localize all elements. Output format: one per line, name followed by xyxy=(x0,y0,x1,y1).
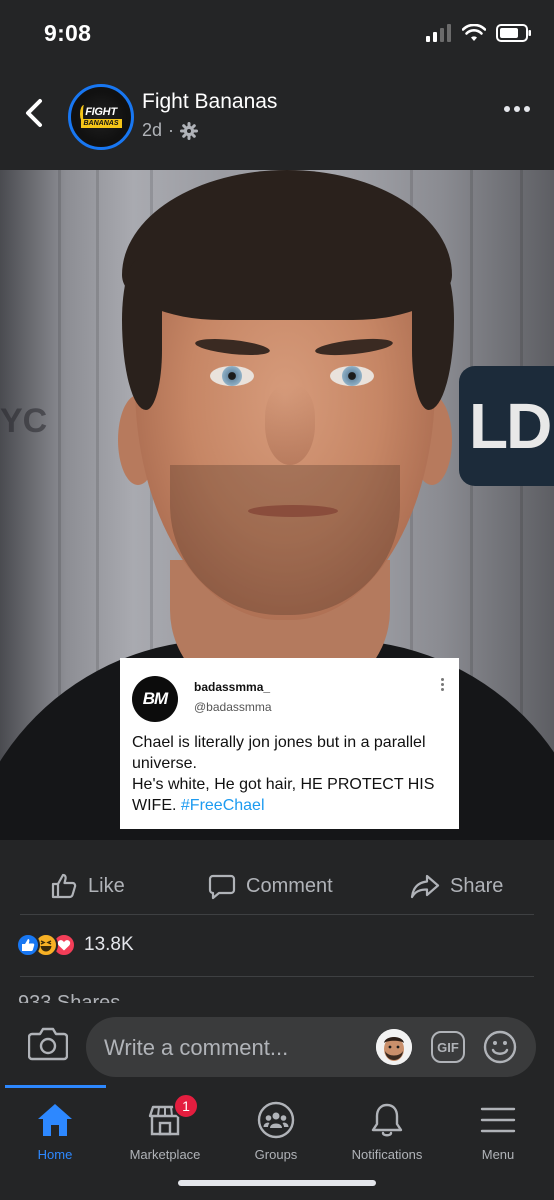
marketplace-icon: 1 xyxy=(145,1093,199,1139)
divider xyxy=(20,976,534,977)
chevron-left-icon xyxy=(26,99,42,127)
eye-right xyxy=(330,366,374,386)
tab-label: Groups xyxy=(254,1147,298,1162)
post-header: FIGHT BANANAS Fight Bananas 2d · xyxy=(0,66,554,168)
tweet-handle: @badassmma xyxy=(194,700,272,714)
tweet-line-2-text: He's white, He got hair, HE PROTECT HIS … xyxy=(132,776,435,814)
tweet-line-1: Chael is literally jon jones but in a pa… xyxy=(132,734,426,772)
like-label: Like xyxy=(88,874,125,897)
like-reaction-icon xyxy=(16,933,40,957)
meta-separator: · xyxy=(168,120,175,140)
tab-label: Notifications xyxy=(351,1147,423,1162)
comment-label: Comment xyxy=(246,874,333,897)
more-options-button[interactable] xyxy=(504,106,530,112)
reactions-summary[interactable]: 13.8K xyxy=(16,930,134,960)
post-actions: Like Comment Share xyxy=(0,858,554,914)
tweet-name: badassmma_ xyxy=(194,680,271,694)
more-dot xyxy=(524,106,530,112)
more-dot xyxy=(504,106,510,112)
status-bar: 9:08 xyxy=(0,0,554,66)
hair xyxy=(122,170,452,320)
tab-label: Menu xyxy=(481,1147,515,1162)
comment-input[interactable]: Write a comment... GIF xyxy=(86,1017,536,1077)
post-photo[interactable]: YC LD BM badassmma_ @badassmma Chael is … xyxy=(0,170,554,840)
share-button[interactable]: Share xyxy=(410,858,503,914)
tab-marketplace[interactable]: 1 Marketplace xyxy=(110,1093,220,1171)
tweet-line-2: He's white, He got hair, HE PROTECT HIS … xyxy=(132,774,452,816)
gear-icon xyxy=(180,121,199,140)
post-age[interactable]: 2d xyxy=(142,120,162,141)
gif-button[interactable]: GIF xyxy=(431,1031,465,1063)
status-time: 9:08 xyxy=(44,20,92,46)
battery-icon xyxy=(496,24,531,42)
camera-icon xyxy=(27,1027,69,1061)
thumbs-up-icon xyxy=(51,873,77,899)
smiley-icon xyxy=(483,1030,517,1064)
logo-text-top: FIGHT xyxy=(85,105,117,118)
nose xyxy=(265,385,315,465)
active-tab-indicator xyxy=(5,1085,106,1088)
signal-icon xyxy=(426,24,451,42)
banana-logo-mark xyxy=(80,105,88,123)
post-meta: 2d · xyxy=(142,120,199,141)
iris xyxy=(222,366,242,386)
tab-menu[interactable]: Menu xyxy=(443,1101,553,1171)
home-icon xyxy=(35,1101,75,1139)
marketplace-badge: 1 xyxy=(173,1093,199,1119)
iris xyxy=(342,366,362,386)
like-button[interactable]: Like xyxy=(50,858,125,914)
mouth xyxy=(248,505,338,517)
page-avatar[interactable]: FIGHT BANANAS xyxy=(68,84,134,150)
eye-left xyxy=(210,366,254,386)
page-name[interactable]: Fight Bananas xyxy=(142,90,277,114)
emoji-button[interactable] xyxy=(482,1029,518,1070)
tab-groups[interactable]: Groups xyxy=(221,1101,331,1171)
share-icon xyxy=(410,874,440,899)
hair-side-right xyxy=(412,260,454,410)
tab-notifications[interactable]: Notifications xyxy=(332,1101,442,1171)
sign-text: LD xyxy=(469,390,552,462)
more-dot xyxy=(514,106,520,112)
bitmoji-icon xyxy=(376,1029,412,1065)
fight-bananas-logo: FIGHT BANANAS xyxy=(75,91,127,143)
comment-placeholder: Write a comment... xyxy=(104,1035,289,1060)
camera-button[interactable] xyxy=(27,1025,69,1066)
status-icons xyxy=(426,24,532,42)
hair-side-left xyxy=(122,260,162,410)
tab-label: Home xyxy=(37,1147,73,1162)
comment-icon xyxy=(208,874,236,900)
avatar-sticker-button[interactable] xyxy=(376,1029,412,1065)
tweet-avatar-text: BM xyxy=(142,689,168,708)
background-sign: LD xyxy=(459,366,554,486)
tweet-avatar: BM xyxy=(132,676,178,722)
comment-button[interactable]: Comment xyxy=(208,858,333,914)
comment-composer: Write a comment... GIF xyxy=(0,1003,554,1085)
menu-icon xyxy=(478,1101,518,1139)
groups-icon xyxy=(256,1101,296,1139)
home-indicator xyxy=(178,1180,376,1186)
wifi-icon xyxy=(462,24,486,41)
tab-home[interactable]: Home xyxy=(0,1101,110,1171)
tab-label: Marketplace xyxy=(129,1147,201,1162)
reaction-count: 13.8K xyxy=(84,934,134,955)
share-label: Share xyxy=(450,874,504,897)
tweet-body: Chael is literally jon jones but in a pa… xyxy=(132,732,452,816)
wall-text: YC xyxy=(0,402,48,440)
tweet-hashtag: #FreeChael xyxy=(180,797,265,814)
bell-icon xyxy=(367,1101,407,1139)
divider xyxy=(20,914,534,915)
back-button[interactable] xyxy=(20,96,50,130)
tweet-card: BM badassmma_ @badassmma Chael is litera… xyxy=(120,658,459,829)
tweet-menu-icon xyxy=(441,678,445,691)
